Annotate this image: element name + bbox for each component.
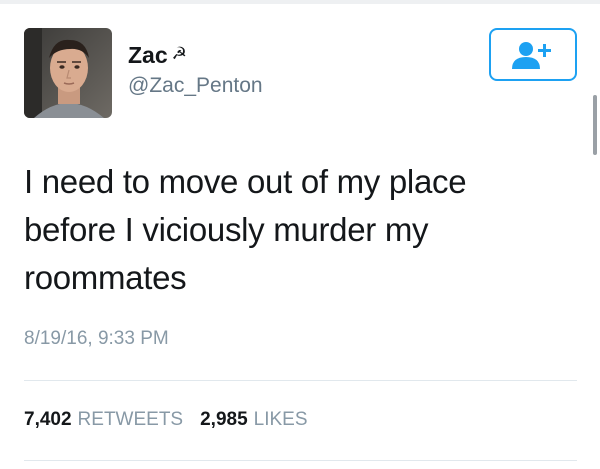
follow-button[interactable]	[489, 28, 577, 81]
tweet-stats: 7,402 RETWEETS 2,985 LIKES	[24, 409, 308, 431]
retweets-count[interactable]: 7,402	[24, 409, 72, 431]
tweet-text-line: before I viciously murder my	[24, 211, 429, 248]
scrollbar[interactable]	[593, 95, 597, 155]
tweet-text-line: I need to move out of my place	[24, 163, 467, 200]
hammer-sickle-icon: ☭	[171, 44, 187, 63]
add-user-icon	[512, 41, 551, 69]
top-border	[0, 0, 600, 4]
likes-count[interactable]: 2,985	[200, 409, 248, 431]
likes-label[interactable]: LIKES	[254, 409, 308, 431]
avatar[interactable]	[24, 28, 112, 118]
tweet-text-line: roommates	[24, 259, 187, 296]
tweet-timestamp[interactable]: 8/19/16, 9:33 PM	[24, 328, 169, 350]
user-handle[interactable]: @Zac_Penton	[128, 74, 263, 98]
divider	[24, 460, 577, 461]
avatar-photo-icon	[24, 28, 112, 118]
tweet-text: I need to move out of my place before I …	[24, 158, 574, 302]
display-name[interactable]: Zac	[128, 42, 168, 69]
display-name-row[interactable]: Zac ☭	[128, 42, 187, 69]
retweets-label[interactable]: RETWEETS	[78, 409, 184, 431]
divider	[24, 380, 577, 381]
